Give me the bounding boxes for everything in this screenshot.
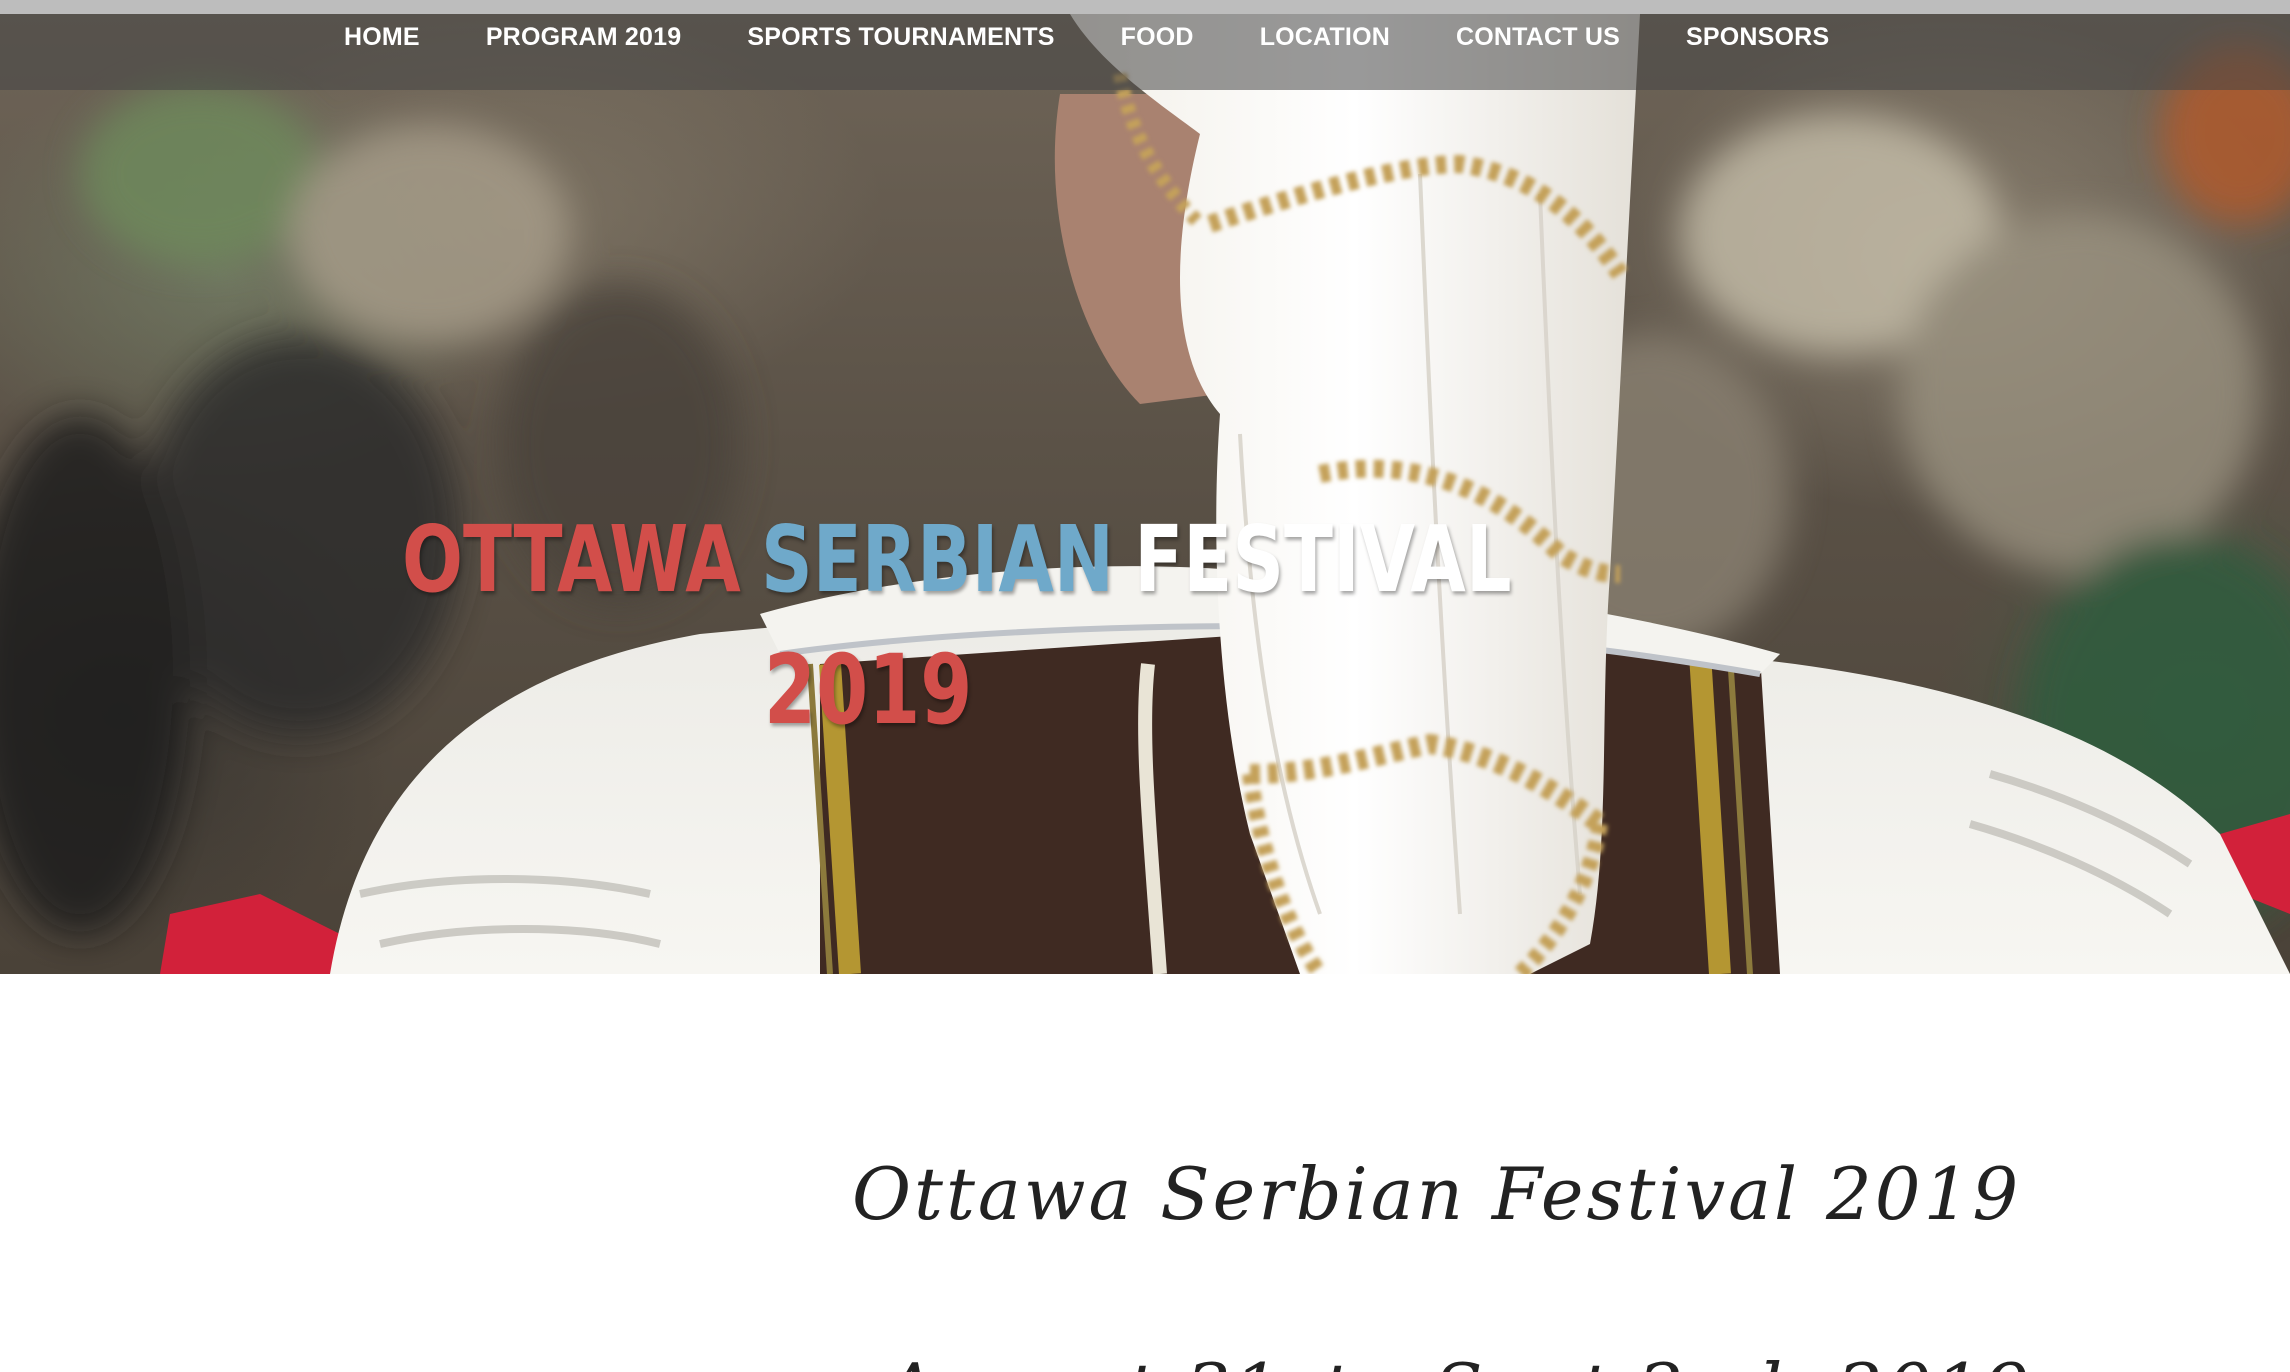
nav-program-2019[interactable]: PROGRAM 2019: [486, 23, 682, 52]
page-title: Ottawa Serbian Festival 2019: [852, 1151, 2022, 1236]
page: HOME PROGRAM 2019 SPORTS TOURNAMENTS FOO…: [0, 0, 2290, 1372]
hero-photo: [0, 14, 2290, 974]
hero-title-word-festival: FESTIVAL: [1134, 505, 1512, 613]
hero-title-word-serbian: SERBIAN: [761, 505, 1114, 613]
hero-title: OTTAWA SERBIAN FESTIVAL: [402, 513, 1532, 606]
nav-sponsors[interactable]: SPONSORS: [1686, 23, 1829, 52]
nav-location[interactable]: LOCATION: [1260, 23, 1390, 52]
nav-food[interactable]: FOOD: [1121, 23, 1194, 52]
hero-banner: [0, 14, 2290, 974]
nav-home[interactable]: HOME: [344, 23, 420, 52]
festival-dates: August 31st - Sept 2nd, 2019: [0, 1348, 2290, 1372]
nav-menu: HOME PROGRAM 2019 SPORTS TOURNAMENTS FOO…: [344, 14, 1895, 60]
nav-sports-tournaments[interactable]: SPORTS TOURNAMENTS: [747, 23, 1054, 52]
nav-contact-us[interactable]: CONTACT US: [1456, 23, 1620, 52]
hero-title-word-ottawa: OTTAWA: [402, 505, 741, 613]
main-navigation: HOME PROGRAM 2019 SPORTS TOURNAMENTS FOO…: [0, 14, 2290, 90]
hero-year: 2019: [764, 634, 973, 746]
top-strip: [0, 0, 2290, 14]
